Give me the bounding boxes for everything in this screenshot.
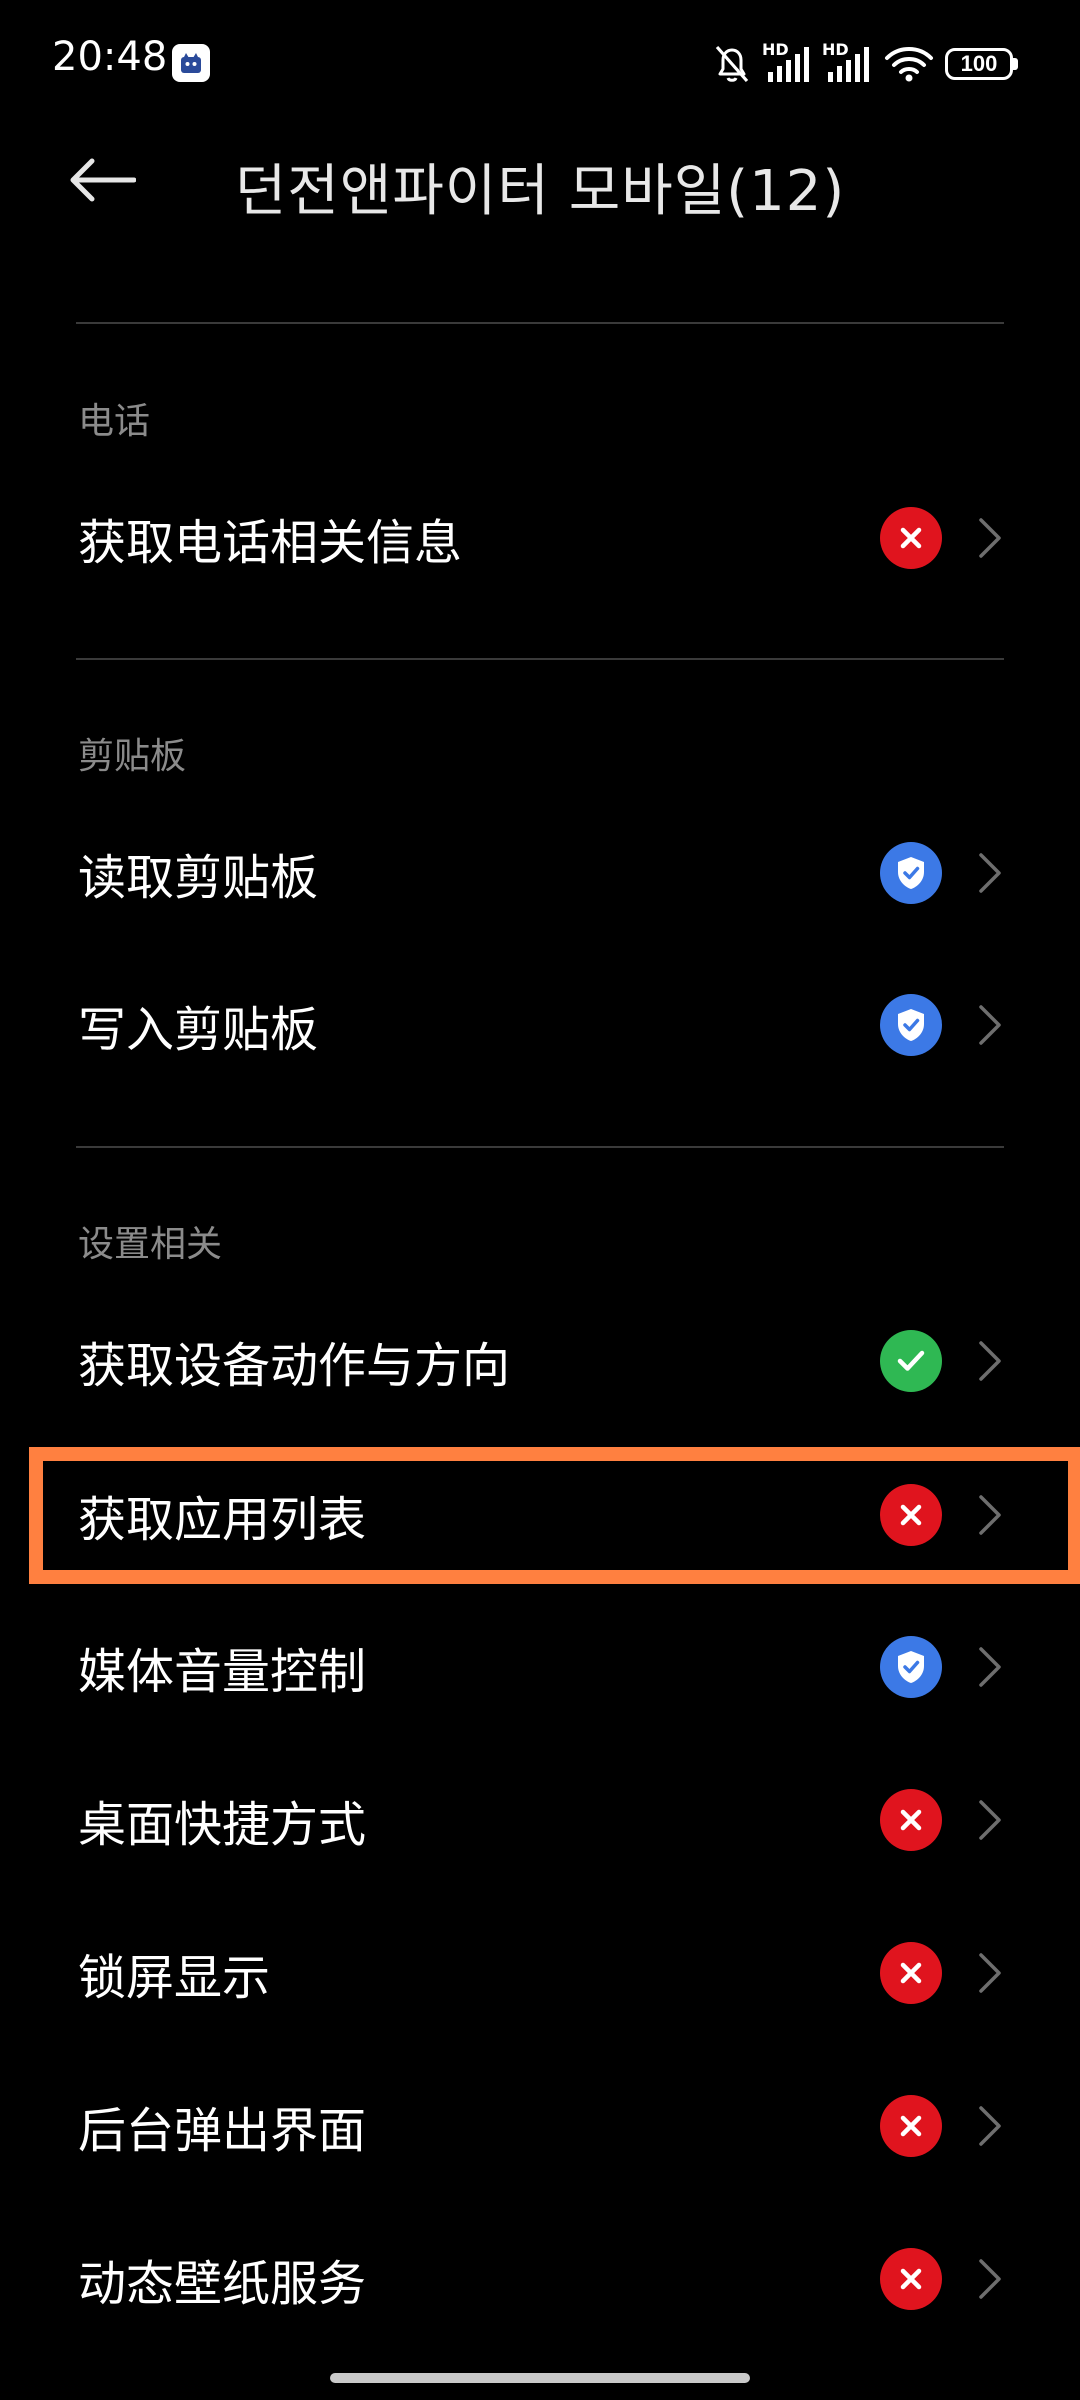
hd-signal-icon: HD xyxy=(822,40,876,84)
permission-label: 媒体音量控制 xyxy=(78,1644,367,1700)
permission-item-desktop-shortcut[interactable]: 桌面快捷方式 xyxy=(0,1744,1080,1896)
hd-signal-icon: HD xyxy=(762,40,816,84)
permission-label: 读取剪贴板 xyxy=(78,850,319,906)
permission-label: 获取设备动作与方向 xyxy=(78,1338,511,1394)
permission-label: 获取电话相关信息 xyxy=(78,515,463,571)
wifi-icon xyxy=(885,47,933,82)
header: 던전앤파이터 모바일(12) xyxy=(0,120,1080,240)
permission-item-device-motion[interactable]: 获取设备动作与方向 xyxy=(0,1285,1080,1437)
chevron-right-icon xyxy=(979,1005,1001,1045)
permission-label: 动态壁纸服务 xyxy=(78,2256,367,2312)
permission-item-media-volume[interactable]: 媒体音量控制 xyxy=(0,1591,1080,1743)
chevron-right-icon xyxy=(979,2106,1001,2146)
permission-item-background-popup[interactable]: 后台弹出界面 xyxy=(0,2050,1080,2202)
section-title-clipboard: 剪贴板 xyxy=(78,736,187,777)
section-title-settings: 设置相关 xyxy=(78,1224,223,1265)
shield-check-icon xyxy=(880,1636,942,1698)
divider xyxy=(76,658,1004,660)
permission-item-read-clipboard[interactable]: 读取剪贴板 xyxy=(0,797,1080,949)
mute-bell-icon xyxy=(715,45,749,83)
x-circle-icon xyxy=(880,1484,942,1546)
app-notification-icon xyxy=(172,44,210,82)
chevron-right-icon xyxy=(979,1800,1001,1840)
status-bar: 20:48 HD HD 100 xyxy=(0,0,1080,120)
battery-level: 100 xyxy=(960,51,998,76)
chevron-right-icon xyxy=(979,853,1001,893)
divider xyxy=(76,322,1004,324)
x-circle-icon xyxy=(880,1789,942,1851)
shield-check-icon xyxy=(880,842,942,904)
chevron-right-icon xyxy=(979,2259,1001,2299)
permission-label: 后台弹出界面 xyxy=(78,2103,367,2159)
chevron-right-icon xyxy=(979,1341,1001,1381)
section-title-phone: 电话 xyxy=(78,401,151,442)
permission-label: 写入剪贴板 xyxy=(78,1002,319,1058)
x-circle-icon xyxy=(880,1942,942,2004)
battery-cap xyxy=(1013,58,1018,70)
permission-item-lock-screen[interactable]: 锁屏显示 xyxy=(0,1897,1080,2049)
chevron-right-icon xyxy=(979,1647,1001,1687)
permission-item-app-list[interactable]: 获取应用列表 xyxy=(0,1439,1080,1591)
chevron-right-icon xyxy=(979,518,1001,558)
check-circle-icon xyxy=(880,1330,942,1392)
permission-label: 桌面快捷方式 xyxy=(78,1797,367,1853)
shield-check-icon xyxy=(880,994,942,1056)
permission-label: 锁屏显示 xyxy=(78,1950,271,2006)
permission-item-phone-info[interactable]: 获取电话相关信息 xyxy=(0,462,1080,614)
battery-icon: 100 xyxy=(945,48,1013,80)
permission-item-live-wallpaper[interactable]: 动态壁纸服务 xyxy=(0,2203,1080,2355)
page-title: 던전앤파이터 모바일(12) xyxy=(234,159,846,224)
divider xyxy=(76,1146,1004,1148)
permission-item-write-clipboard[interactable]: 写入剪贴板 xyxy=(0,949,1080,1101)
chevron-right-icon xyxy=(979,1953,1001,1993)
home-indicator[interactable] xyxy=(330,2373,750,2383)
permission-label: 获取应用列表 xyxy=(78,1492,367,1548)
x-circle-icon xyxy=(880,2248,942,2310)
x-circle-icon xyxy=(880,507,942,569)
chevron-right-icon xyxy=(979,1495,1001,1535)
status-time: 20:48 xyxy=(52,34,168,80)
x-circle-icon xyxy=(880,2095,942,2157)
